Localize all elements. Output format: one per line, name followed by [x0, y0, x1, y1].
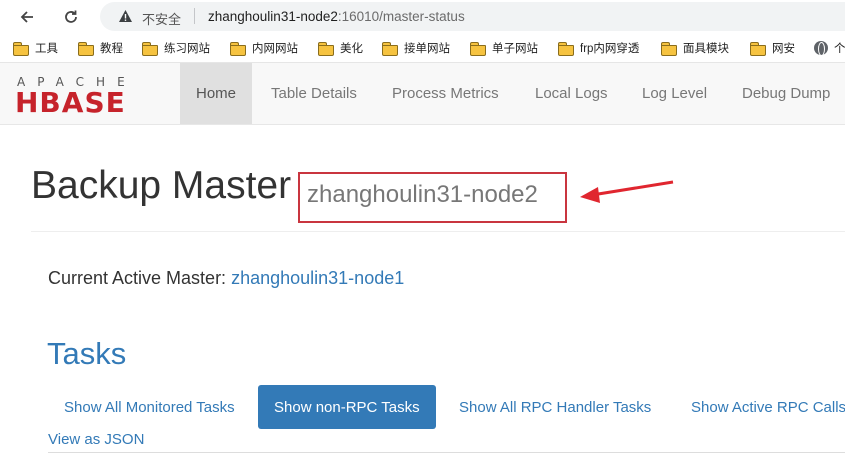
divider [48, 452, 845, 453]
folder-icon [382, 41, 398, 56]
bookmark-item[interactable]: 接单网站 [382, 40, 450, 56]
bookmark-label: 个 [834, 43, 845, 55]
active-master-label: Current Active Master: [48, 268, 227, 288]
nav-log-level[interactable]: Log Level [642, 63, 707, 124]
folder-icon [470, 41, 486, 56]
back-arrow-icon [20, 11, 33, 23]
title-hostname: zhanghoulin31-node2 [307, 181, 538, 208]
url-path: :16010/master-status [337, 9, 465, 24]
logo-hbase-text: HBASE [15, 86, 126, 119]
tasks-heading: Tasks [47, 336, 127, 371]
active-master-line: Current Active Master: zhanghoulin31-nod… [48, 268, 404, 289]
bookmark-label: 工具 [35, 43, 58, 55]
bookmark-item[interactable]: 工具 [13, 40, 58, 56]
address-bar[interactable]: 不安全 zhanghoulin31-node2:16010/master-sta… [100, 2, 845, 31]
bookmark-item[interactable]: frp内网穿透 [558, 40, 639, 56]
bookmark-label: 练习网站 [164, 43, 210, 55]
divider [31, 231, 845, 232]
bookmark-label: 网安 [772, 43, 795, 55]
nav-process-metrics[interactable]: Process Metrics [392, 63, 499, 124]
browser-toolbar: 不安全 zhanghoulin31-node2:16010/master-sta… [0, 0, 845, 33]
reload-icon [65, 10, 77, 23]
bookmark-item[interactable]: 教程 [78, 40, 123, 56]
active-master-link[interactable]: zhanghoulin31-node1 [231, 268, 404, 288]
url-host: zhanghoulin31-node2 [208, 9, 338, 24]
bookmark-item[interactable]: 面具模块 [661, 40, 729, 56]
folder-icon [230, 41, 246, 56]
folder-icon [13, 41, 29, 56]
bookmark-label: 接单网站 [404, 43, 450, 55]
hbase-navbar: APACHE HBASE Home Table Details Process … [0, 63, 845, 125]
annotation-arrow-icon [580, 180, 674, 203]
tab-all-rpc-handler-tasks[interactable]: Show All RPC Handler Tasks [459, 385, 651, 429]
bookmark-label: 单子网站 [492, 43, 538, 55]
security-label[interactable]: 不安全 [142, 9, 181, 28]
hbase-logo[interactable]: APACHE HBASE [15, 75, 165, 119]
divider [194, 8, 195, 24]
bookmark-label: 面具模块 [683, 43, 729, 55]
nav-debug-dump[interactable]: Debug Dump [742, 63, 830, 124]
folder-icon [78, 41, 94, 56]
globe-icon [814, 41, 828, 56]
folder-icon [661, 41, 677, 56]
nav-local-logs[interactable]: Local Logs [535, 63, 608, 124]
bookmark-label: frp内网穿透 [580, 43, 640, 55]
bookmark-label: 美化 [340, 43, 363, 55]
bookmarks-bar: 工具 教程 练习网站 内网网站 美化 接单网站 单子网站 frp内网穿透 面具模… [0, 33, 845, 63]
highlight-box: zhanghoulin31-node2 [298, 172, 567, 223]
folder-icon [750, 41, 766, 56]
reload-button[interactable] [58, 4, 84, 30]
bookmark-label: 内网网站 [252, 43, 298, 55]
bookmark-item[interactable]: 单子网站 [470, 40, 538, 56]
nav-table-details[interactable]: Table Details [271, 63, 357, 124]
bookmark-label: 教程 [100, 43, 123, 55]
folder-icon [558, 41, 574, 56]
bookmark-item[interactable]: 网安 [750, 40, 795, 56]
warning-icon [119, 10, 132, 22]
view-as-json-link[interactable]: View as JSON [48, 431, 144, 448]
bookmark-item[interactable]: 美化 [318, 40, 363, 56]
bookmark-item[interactable]: 个 [814, 40, 845, 56]
bookmark-item[interactable]: 练习网站 [142, 40, 210, 56]
back-button[interactable] [14, 4, 40, 30]
folder-icon [142, 41, 158, 56]
tab-all-monitored-tasks[interactable]: Show All Monitored Tasks [64, 385, 235, 429]
bookmark-item[interactable]: 内网网站 [230, 40, 298, 56]
tab-active-rpc-calls[interactable]: Show Active RPC Calls [691, 385, 845, 429]
page-title: Backup Master [31, 164, 292, 207]
nav-home[interactable]: Home [180, 63, 253, 124]
url-text[interactable]: zhanghoulin31-node2:16010/master-status [208, 9, 465, 24]
tab-non-rpc-tasks[interactable]: Show non-RPC Tasks [258, 385, 436, 429]
folder-icon [318, 41, 334, 56]
